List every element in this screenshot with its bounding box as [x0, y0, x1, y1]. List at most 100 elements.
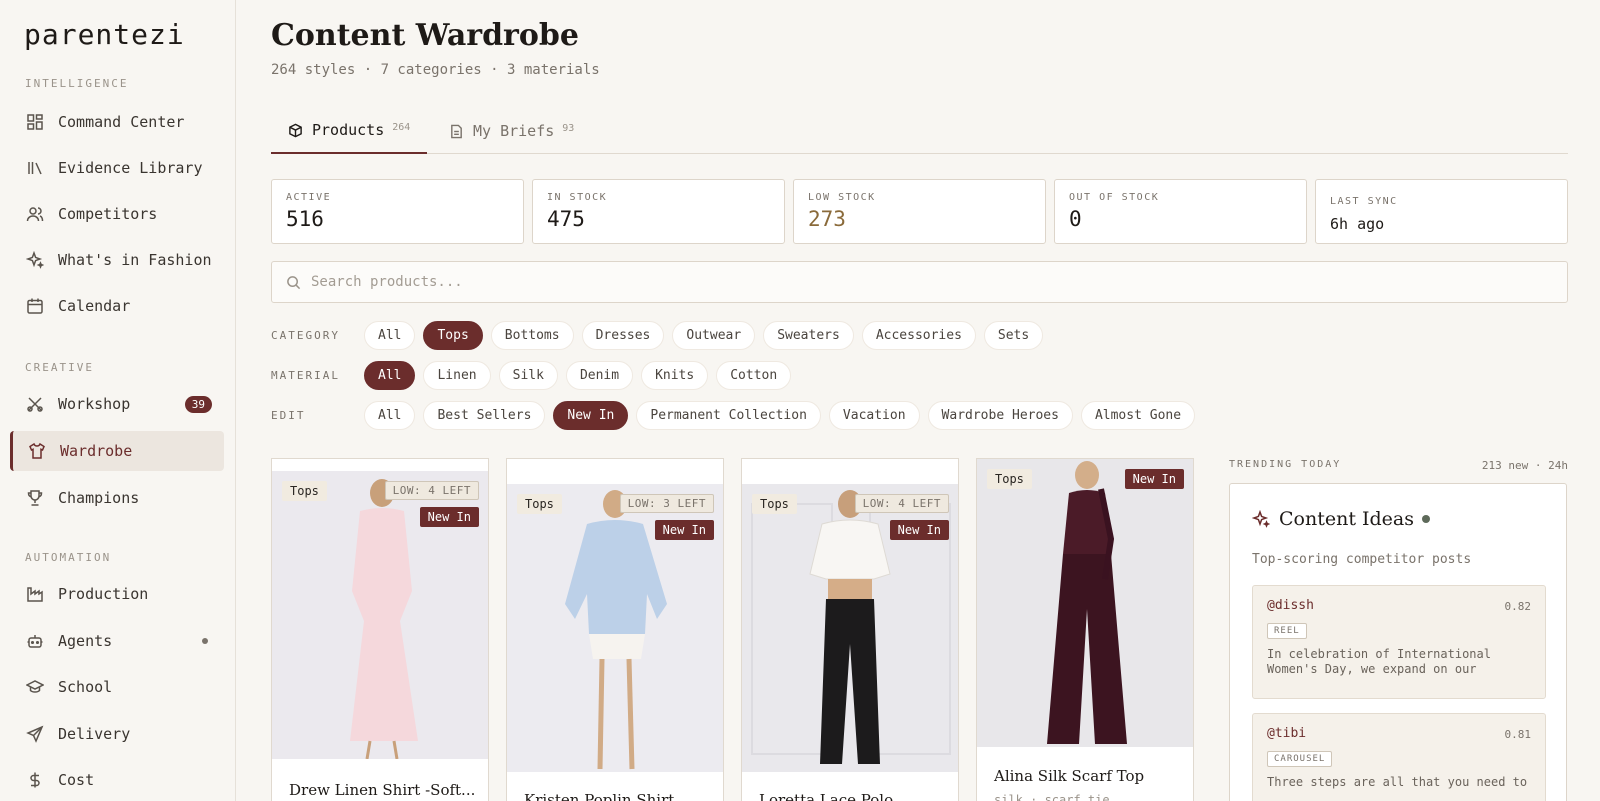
new-in-badge: New In	[889, 520, 949, 540]
post-text: In celebration of International Women's …	[1267, 647, 1491, 676]
post-score: 0.81	[1504, 728, 1532, 741]
shirt-icon	[28, 442, 46, 460]
filter-row-material: MATERIAL All Linen Silk Denim Knits Cott…	[271, 360, 799, 390]
search-bar	[271, 261, 1568, 303]
chip-category-dresses[interactable]: Dresses	[581, 320, 665, 350]
page-subtitle: 264 styles · 7 categories · 3 materials	[271, 62, 600, 78]
sidebar-item-champions[interactable]: Champions	[10, 478, 224, 518]
stat-value: 516	[286, 207, 324, 231]
search-icon	[287, 275, 301, 289]
stat-value: 6h ago	[1330, 215, 1385, 233]
tab-bar: Products 264 My Briefs 93	[271, 108, 1568, 154]
low-stock-badge: LOW: 3 LEFT	[619, 494, 714, 513]
stat-value: 475	[547, 207, 585, 231]
section-label-automation: AUTOMATION	[25, 551, 112, 564]
send-icon	[26, 725, 44, 743]
sidebar-item-label: Agents	[58, 632, 113, 650]
sidebar-item-label: Command Center	[58, 113, 185, 131]
chip-category-all[interactable]: All	[364, 320, 416, 350]
sidebar-item-cost[interactable]: Cost	[10, 760, 224, 800]
filter-row-edit: EDIT All Best Sellers New In Permanent C…	[271, 400, 1203, 430]
post-text: Three steps are all that you need to	[1267, 775, 1528, 789]
sidebar-item-school[interactable]: School	[10, 667, 224, 707]
product-name: Alina Silk Scarf Top	[994, 767, 1145, 785]
chip-edit-best-sellers[interactable]: Best Sellers	[423, 400, 546, 430]
chip-edit-almost-gone[interactable]: Almost Gone	[1080, 400, 1196, 430]
product-card[interactable]: Tops LOW: 3 LEFT New In Kristen Poplin S…	[506, 458, 724, 801]
stat-label: IN STOCK	[547, 192, 608, 203]
product-card[interactable]: Tops LOW: 4 LEFT New In Loretta Lace Pol…	[741, 458, 959, 801]
chip-edit-vacation[interactable]: Vacation	[828, 400, 920, 430]
stat-low-stock: LOW STOCK 273	[793, 179, 1046, 244]
chip-material-linen[interactable]: Linen	[423, 360, 491, 390]
sidebar-item-evidence-library[interactable]: Evidence Library	[10, 148, 224, 188]
product-name: Drew Linen Shirt -Soft...	[289, 781, 476, 799]
chip-edit-wardrobe-heroes[interactable]: Wardrobe Heroes	[927, 400, 1073, 430]
sidebar-item-agents[interactable]: Agents	[10, 621, 224, 661]
chip-material-silk[interactable]: Silk	[498, 360, 558, 390]
sidebar-item-calendar[interactable]: Calendar	[10, 286, 224, 326]
filter-row-category: CATEGORY All Tops Bottoms Dresses Outwea…	[271, 320, 1051, 350]
dollar-icon	[26, 771, 44, 789]
stat-value: 273	[808, 207, 846, 231]
sparkle-icon	[1252, 510, 1270, 528]
new-in-badge: New In	[654, 520, 714, 540]
sidebar-item-delivery[interactable]: Delivery	[10, 714, 224, 754]
content-ideas-subtitle: Top-scoring competitor posts	[1252, 552, 1472, 567]
stat-label: OUT OF STOCK	[1069, 192, 1160, 203]
sidebar-item-label: What's in Fashion	[58, 251, 212, 269]
search-input[interactable]	[311, 274, 1511, 290]
chip-material-cotton[interactable]: Cotton	[716, 360, 792, 390]
sidebar-item-whats-in-fashion[interactable]: What's in Fashion	[10, 240, 224, 280]
chip-category-outwear[interactable]: Outwear	[672, 320, 756, 350]
section-label-intelligence: INTELLIGENCE	[25, 77, 129, 90]
calendar-icon	[26, 297, 44, 315]
tab-products[interactable]: Products 264	[271, 108, 427, 154]
chip-edit-permanent-collection[interactable]: Permanent Collection	[636, 400, 821, 430]
sidebar-item-label: Calendar	[58, 297, 131, 315]
sidebar-item-wardrobe[interactable]: Wardrobe	[10, 431, 224, 471]
sidebar-item-label: Production	[58, 585, 149, 603]
chip-edit-all[interactable]: All	[364, 400, 416, 430]
post-score: 0.82	[1504, 600, 1532, 613]
idea-post-card[interactable]: @dissh 0.82 REEL In celebration of Inter…	[1252, 585, 1546, 699]
section-label-creative: CREATIVE	[25, 361, 94, 374]
stat-label: LOW STOCK	[808, 192, 876, 203]
sidebar-item-label: Evidence Library	[58, 159, 203, 177]
sidebar-item-production[interactable]: Production	[10, 574, 224, 614]
chip-material-knits[interactable]: Knits	[641, 360, 709, 390]
trending-meta: 213 new · 24h	[1481, 459, 1568, 472]
stat-out-of-stock: OUT OF STOCK 0	[1054, 179, 1307, 244]
product-card[interactable]: Tops LOW: 4 LEFT New In Drew Linen Shirt…	[271, 458, 489, 801]
bot-icon	[26, 632, 44, 650]
graduation-cap-icon	[26, 678, 44, 696]
post-handle: @tibi	[1267, 726, 1307, 741]
status-dot	[202, 638, 208, 644]
idea-post-card[interactable]: @tibi 0.81 CAROUSEL Three steps are all …	[1252, 713, 1546, 801]
filter-label: CATEGORY	[271, 328, 340, 342]
chip-category-sets[interactable]: Sets	[983, 320, 1044, 350]
scissors-icon	[26, 395, 44, 413]
factory-icon	[26, 585, 44, 603]
chip-category-bottoms[interactable]: Bottoms	[490, 320, 574, 350]
tab-my-briefs[interactable]: My Briefs 93	[449, 108, 589, 154]
chip-edit-new-in[interactable]: New In	[553, 400, 629, 430]
chip-category-sweaters[interactable]: Sweaters	[763, 320, 854, 350]
new-in-badge: New In	[1124, 469, 1184, 489]
product-card[interactable]: Tops New In Alina Silk Scarf Top silk · …	[976, 458, 1194, 801]
trending-label: TRENDING TODAY	[1229, 459, 1342, 470]
live-dot	[1422, 515, 1430, 523]
sidebar-item-competitors[interactable]: Competitors	[10, 194, 224, 234]
chip-category-accessories[interactable]: Accessories	[861, 320, 976, 350]
chip-material-denim[interactable]: Denim	[565, 360, 634, 390]
stat-label: LAST SYNC	[1330, 196, 1398, 207]
tab-label: Products	[312, 121, 385, 139]
post-type-badge: REEL	[1267, 623, 1307, 639]
chip-material-all[interactable]: All	[364, 360, 416, 390]
sidebar-item-label: School	[58, 678, 113, 696]
sidebar-item-label: Cost	[58, 771, 95, 789]
chip-category-tops[interactable]: Tops	[423, 320, 483, 350]
sidebar-item-workshop[interactable]: Workshop 39	[10, 384, 224, 424]
product-image	[977, 459, 1193, 747]
sidebar-item-command-center[interactable]: Command Center	[10, 102, 224, 142]
